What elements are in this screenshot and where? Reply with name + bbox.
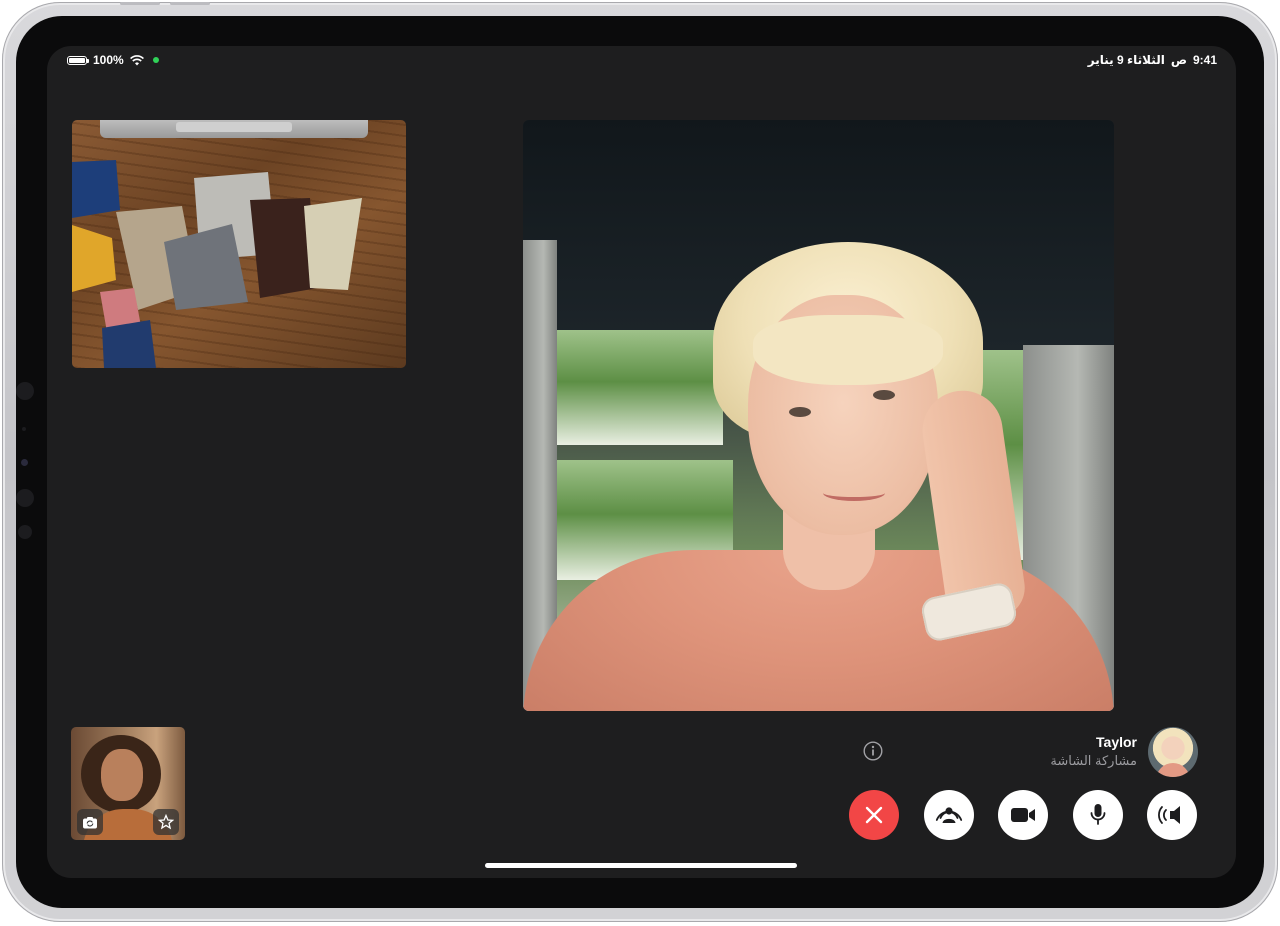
eye — [789, 407, 811, 417]
speaker-icon — [1158, 806, 1180, 824]
battery-percent: 100% — [93, 53, 124, 67]
status-bar-right: 9:41 ص الثلاثاء 9 يناير — [1088, 53, 1217, 67]
shareplay-button[interactable] — [924, 790, 974, 840]
window — [553, 330, 723, 445]
face-id-sensor — [16, 489, 34, 507]
status-bar-left: 100% — [67, 53, 159, 67]
participant-name: Taylor — [1096, 734, 1137, 750]
avatar-shirt — [1156, 763, 1190, 777]
camera-in-use-indicator — [152, 57, 159, 63]
wifi-icon — [129, 54, 144, 65]
audio-output-button[interactable] — [1147, 790, 1197, 840]
smile — [823, 485, 885, 501]
microphone-icon — [1090, 804, 1106, 825]
camera-flip-icon — [83, 816, 97, 828]
shareplay-icon — [935, 807, 963, 823]
shared-screen-tile[interactable] — [72, 120, 406, 368]
sensor-dot — [22, 427, 26, 431]
participant-video[interactable] — [523, 120, 1114, 711]
front-camera — [16, 382, 34, 400]
status-date: الثلاثاء 9 يناير — [1087, 53, 1165, 67]
face-id-sensor — [18, 525, 32, 539]
camera-toggle-button[interactable] — [998, 790, 1048, 840]
status-time: 9:41 — [1192, 53, 1217, 67]
sensor-dot — [21, 459, 28, 466]
info-button[interactable] — [863, 741, 883, 761]
end-call-button[interactable] — [849, 790, 899, 840]
facetime-screen: 100% 9:41 ص الثلاثاء 9 يناير Taylor مشار… — [47, 46, 1236, 878]
effects-star-icon — [158, 814, 174, 830]
volume-button — [120, 2, 160, 5]
info-icon — [863, 741, 883, 761]
home-indicator[interactable] — [485, 863, 797, 868]
material-samples-image — [72, 160, 362, 368]
microphone-button[interactable] — [1073, 790, 1123, 840]
volume-button — [170, 2, 210, 5]
self-face — [101, 749, 143, 801]
self-view-tile[interactable] — [71, 727, 185, 840]
battery-icon — [67, 55, 89, 65]
effects-button[interactable] — [153, 809, 179, 835]
camera-flip-button[interactable] — [77, 809, 103, 835]
participant-avatar[interactable] — [1148, 727, 1198, 777]
eye — [873, 390, 895, 400]
status-period: ص — [1170, 53, 1187, 67]
close-icon — [865, 806, 883, 824]
participant-status: مشاركة الشاشة — [1050, 753, 1137, 768]
video-camera-icon — [1011, 808, 1035, 822]
person-fringe — [753, 315, 943, 385]
